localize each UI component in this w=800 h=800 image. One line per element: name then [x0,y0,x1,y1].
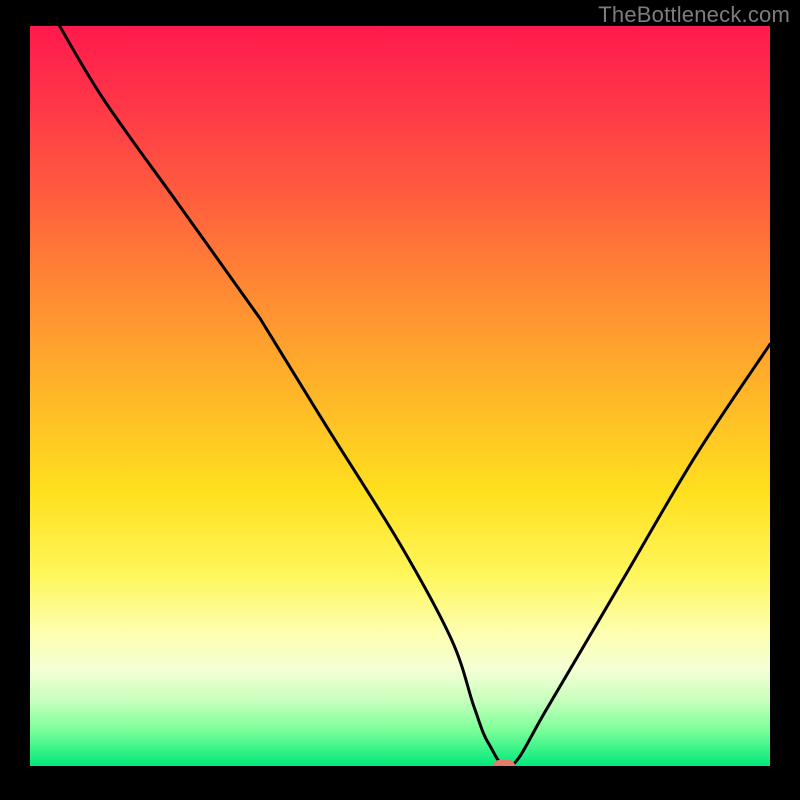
curve-path [60,26,770,766]
bottleneck-curve [30,26,770,766]
chart-frame: TheBottleneck.com [0,0,800,800]
plot-area [30,26,770,766]
optimal-point-marker [493,760,515,766]
watermark-text: TheBottleneck.com [598,2,790,28]
